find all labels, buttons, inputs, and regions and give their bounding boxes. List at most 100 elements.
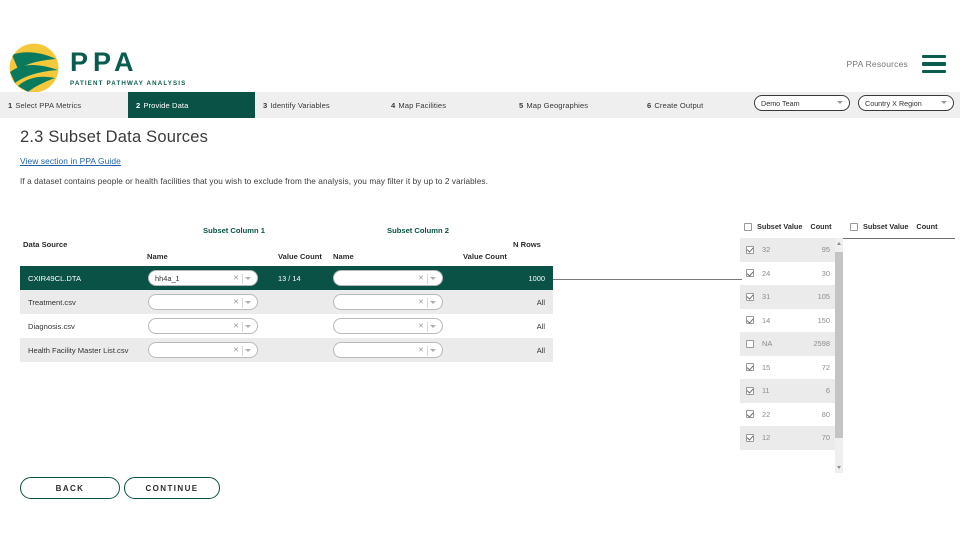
ppa-guide-link[interactable]: View section in PPA Guide	[20, 156, 121, 166]
logo: PPA PATIENT PATHWAY ANALYSIS	[8, 42, 186, 94]
row-n-rows: All	[536, 345, 545, 355]
nav-step-2[interactable]: 2 Provide Data	[128, 92, 255, 118]
nav-step-3[interactable]: 3 Identify Variables	[255, 92, 383, 118]
nav-step-6[interactable]: 6 Create Output	[639, 92, 767, 118]
subset-col-1-select[interactable]: hh4a_1 ✕	[148, 270, 258, 286]
value-checkbox[interactable]	[746, 316, 754, 325]
logo-title: PPA	[70, 47, 139, 77]
value-count-text: 6	[825, 386, 830, 396]
hamburger-icon[interactable]	[922, 55, 946, 73]
nav-step-1[interactable]: 1 Select PPA Metrics	[0, 92, 128, 118]
nav-step-6-number: 6	[647, 100, 652, 110]
subset-col-2-select[interactable]: ✕	[333, 294, 443, 310]
subset-value-list-2[interactable]	[847, 238, 950, 473]
value-checkbox[interactable]	[746, 386, 754, 395]
list-item[interactable]: 22 80	[740, 403, 842, 427]
back-button[interactable]: BACK	[20, 477, 120, 499]
list-item[interactable]: 11 6	[740, 379, 842, 403]
value-count-text: 30	[821, 268, 830, 278]
value-checkbox[interactable]	[746, 339, 754, 348]
clear-icon[interactable]: ✕	[233, 298, 239, 306]
subset-col-1-select[interactable]: ✕	[148, 294, 258, 310]
divider	[242, 298, 243, 308]
select-all-checkbox[interactable]	[744, 222, 752, 231]
clear-icon[interactable]: ✕	[233, 322, 239, 330]
subset-value-list[interactable]: 32 95 24 30 31 105 14 150 NA 2598 15 72 …	[740, 238, 843, 473]
divider	[427, 274, 428, 284]
value-list-scrollbar[interactable]	[835, 238, 843, 473]
row-n-rows: 1000	[528, 273, 545, 283]
scroll-down-icon[interactable]	[836, 466, 841, 469]
value-count-text: 72	[821, 362, 830, 372]
subset-col-2-select[interactable]: ✕	[333, 342, 443, 358]
region-select[interactable]: Country X Region	[858, 95, 954, 111]
value-text: 11	[762, 386, 770, 396]
nav-step-5[interactable]: 5 Map Geographies	[511, 92, 639, 118]
table-row[interactable]: Treatment.csv ✕ ✕ All	[20, 290, 553, 314]
scroll-up-icon[interactable]	[836, 242, 841, 245]
value-text: 32	[762, 245, 771, 255]
header-value-count-1: Value Count	[278, 252, 322, 261]
table-row[interactable]: CXIR49CL.DTA hh4a_1 ✕ 13 / 14 ✕ 1000	[20, 266, 553, 290]
row-n-rows: All	[536, 321, 545, 331]
list-item[interactable]: NA 2598	[740, 332, 842, 356]
value-text: 12	[762, 433, 771, 443]
value-count-text: 150	[817, 315, 830, 325]
header-right: PPA Resources	[847, 55, 946, 73]
value-checkbox[interactable]	[746, 433, 754, 442]
list-item[interactable]: 15 72	[740, 356, 842, 380]
divider	[242, 346, 243, 356]
list-item[interactable]: 14 150	[740, 309, 842, 333]
subset-value-panel: Subset Value Count Subset Value Count 32…	[740, 220, 955, 473]
list-item[interactable]: 32 95	[740, 238, 842, 262]
row-data-source: CXIR49CL.DTA	[28, 273, 82, 283]
clear-icon[interactable]: ✕	[418, 322, 424, 330]
value-checkbox[interactable]	[746, 245, 754, 254]
row-data-source: Diagnosis.csv	[28, 321, 75, 331]
divider	[242, 274, 243, 284]
chevron-down-icon	[430, 276, 436, 280]
nav-step-5-number: 5	[519, 100, 524, 110]
clear-icon[interactable]: ✕	[418, 274, 424, 282]
divider	[242, 322, 243, 332]
value-checkbox[interactable]	[746, 363, 754, 372]
value-checkbox[interactable]	[746, 269, 754, 278]
continue-button[interactable]: CONTINUE	[124, 477, 220, 499]
divider	[427, 346, 428, 356]
header-n-rows: N Rows	[513, 240, 541, 249]
value-text: 24	[762, 268, 771, 278]
subset-col-1-select[interactable]: ✕	[148, 318, 258, 334]
subset-col-2-select[interactable]: ✕	[333, 318, 443, 334]
value-count-text: 70	[821, 433, 830, 443]
chevron-down-icon	[837, 101, 843, 104]
list-item[interactable]: 12 70	[740, 426, 842, 450]
clear-icon[interactable]: ✕	[418, 298, 424, 306]
value-count-text: 105	[817, 292, 830, 302]
nav-step-4[interactable]: 4 Map Facilities	[383, 92, 511, 118]
clear-icon[interactable]: ✕	[418, 346, 424, 354]
panel-2-header: Subset Value Count	[850, 222, 938, 231]
header-subset-col-2: Subset Column 2	[387, 226, 450, 235]
nav-step-5-label: Map Geographies	[526, 100, 589, 110]
nav-step-1-number: 1	[8, 100, 13, 110]
list-item[interactable]: 24 30	[740, 262, 842, 286]
header-data-source: Data Source	[23, 240, 68, 249]
subset-col-1-select[interactable]: ✕	[148, 342, 258, 358]
clear-icon[interactable]: ✕	[233, 274, 239, 282]
page-title: 2.3 Subset Data Sources	[20, 128, 209, 146]
table-row[interactable]: Health Facility Master List.csv ✕ ✕ All	[20, 338, 553, 362]
value-count-text: 80	[821, 409, 830, 419]
ppa-resources-link[interactable]: PPA Resources	[847, 59, 909, 69]
select-all-checkbox[interactable]	[850, 222, 858, 231]
list-item[interactable]: 31 105	[740, 285, 842, 309]
value-text: 31	[762, 292, 771, 302]
team-select[interactable]: Demo Team	[754, 95, 850, 111]
value-checkbox[interactable]	[746, 410, 754, 419]
panel-1-count-label: Count	[810, 222, 832, 231]
panel-2-count-label: Count	[916, 222, 938, 231]
scrollbar-thumb[interactable]	[835, 252, 843, 438]
subset-col-2-select[interactable]: ✕	[333, 270, 443, 286]
table-row[interactable]: Diagnosis.csv ✕ ✕ All	[20, 314, 553, 338]
value-checkbox[interactable]	[746, 292, 754, 301]
clear-icon[interactable]: ✕	[233, 346, 239, 354]
